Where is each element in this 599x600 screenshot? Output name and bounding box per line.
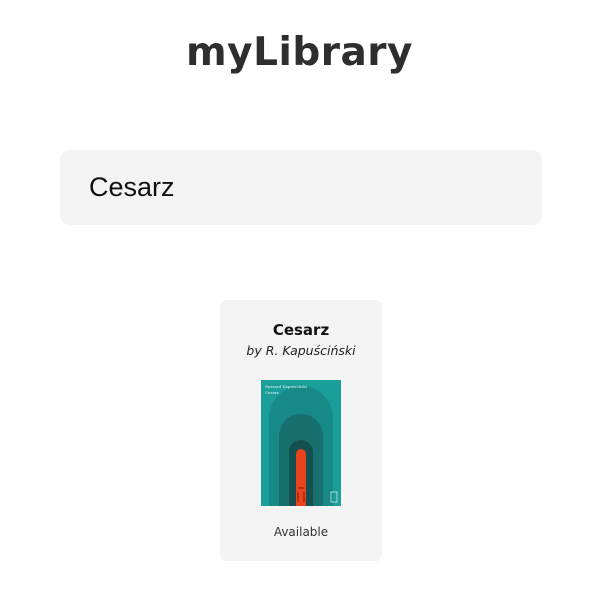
search-input[interactable] xyxy=(60,150,542,225)
book-author: by R. Kapuściński xyxy=(246,343,356,358)
app-title: myLibrary xyxy=(186,30,413,75)
availability-status: Available xyxy=(273,525,329,539)
cover-author-text: Ryszard Kapuściński xyxy=(265,384,308,389)
book-cover-image: Ryszard Kapuściński Cesarz xyxy=(261,380,341,506)
book-card[interactable]: Cesarz by R. Kapuściński Ryszard Kapuści… xyxy=(220,300,382,561)
book-title: Cesarz xyxy=(272,321,330,339)
search-box xyxy=(60,150,542,225)
page: myLibrary Cesarz by R. Kapuściński Rysza… xyxy=(0,0,599,600)
cover-title-text: Cesarz xyxy=(265,390,279,395)
